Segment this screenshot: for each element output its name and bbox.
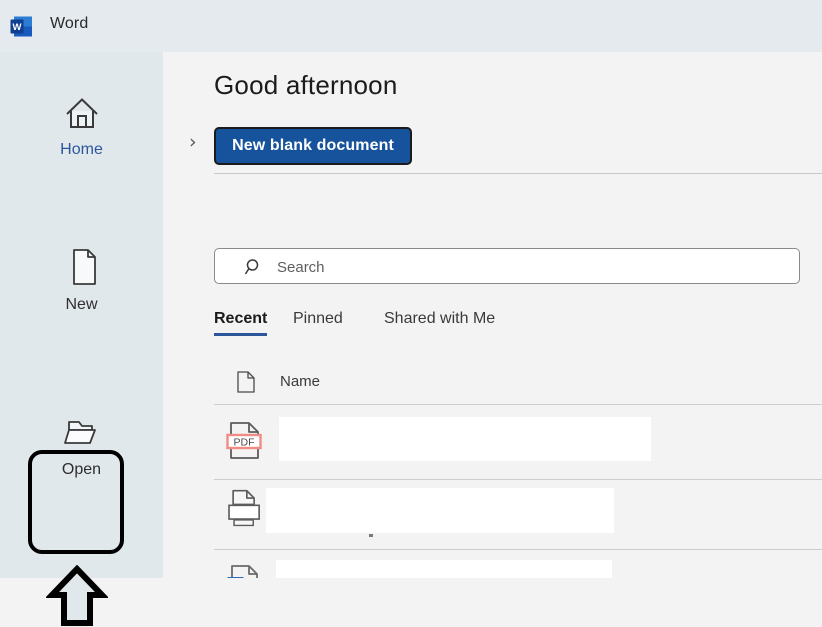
chevron-right-icon[interactable]: › [189, 133, 197, 152]
table-row[interactable]: PDF [214, 405, 822, 474]
generic-file-icon [226, 488, 264, 530]
redacted-file-name [276, 560, 612, 578]
up-arrow-icon [46, 565, 108, 627]
column-header-name: Name [280, 373, 320, 390]
title-bar: W Word [0, 0, 822, 52]
search-input[interactable] [275, 249, 789, 285]
search-icon [245, 258, 263, 276]
sidebar-item-open[interactable]: Open [0, 410, 163, 478]
new-document-icon [58, 245, 106, 289]
sidebar-item-label-open: Open [0, 462, 163, 478]
table-row[interactable] [214, 476, 822, 545]
sidebar-item-home[interactable]: Home [0, 90, 163, 158]
redacted-file-name [279, 417, 651, 461]
new-blank-document-button[interactable]: New blank document [214, 127, 412, 165]
app-title: Word [50, 15, 88, 33]
artifact-mark [369, 534, 373, 537]
sidebar-item-new[interactable]: New [0, 245, 163, 313]
word-file-icon: W [226, 563, 264, 578]
sidebar-item-label-home: Home [0, 142, 163, 158]
sidebar: Home New Open [0, 52, 163, 578]
word-start-screen: W Word Home New Open [0, 0, 822, 578]
sidebar-item-label-new: New [0, 297, 163, 313]
svg-text:W: W [13, 22, 22, 33]
main-content: Good afternoon › New blank document Rece… [163, 52, 822, 578]
search-box[interactable] [214, 248, 800, 284]
svg-text:PDF: PDF [234, 437, 255, 449]
table-row[interactable]: W [214, 548, 822, 578]
tab-recent[interactable]: Recent [214, 310, 267, 328]
page-title: Good afternoon [214, 70, 398, 101]
redacted-file-name [266, 488, 614, 533]
file-list-header: Name [214, 370, 822, 404]
tab-pinned[interactable]: Pinned [293, 310, 343, 328]
open-folder-icon [58, 410, 106, 454]
tab-shared-with-me[interactable]: Shared with Me [384, 310, 495, 328]
divider [214, 173, 822, 174]
pdf-file-icon: PDF [226, 420, 264, 462]
word-logo-icon: W [10, 15, 33, 38]
home-icon [58, 90, 106, 134]
document-icon [237, 371, 255, 393]
